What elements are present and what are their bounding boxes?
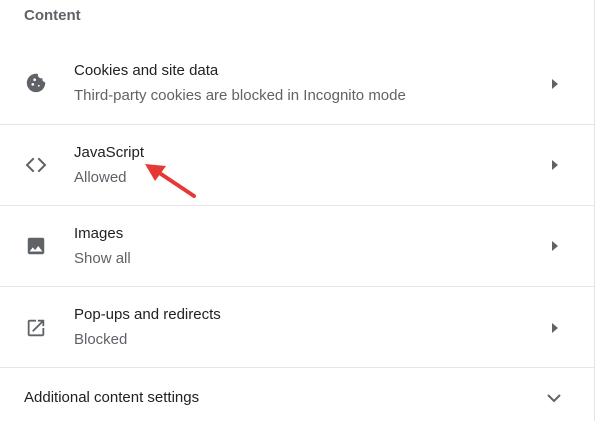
javascript-title: JavaScript bbox=[74, 144, 145, 161]
chevron-down-icon[interactable] bbox=[546, 393, 562, 403]
popups-subtitle: Blocked bbox=[74, 331, 128, 348]
cookies-subtitle: Third-party cookies are blocked in Incog… bbox=[74, 87, 406, 104]
cookie-icon bbox=[24, 71, 48, 95]
content-settings-panel: Content Cookies and site data Third-part… bbox=[0, 0, 595, 421]
javascript-subtitle: Allowed bbox=[74, 169, 127, 186]
section-title: Content bbox=[24, 7, 81, 24]
javascript-row[interactable]: JavaScript Allowed bbox=[0, 124, 594, 205]
arrow-right-icon bbox=[552, 160, 558, 170]
cookies-title: Cookies and site data bbox=[74, 62, 219, 79]
arrow-right-icon bbox=[552, 79, 558, 89]
additional-content-settings-toggle[interactable]: Additional content settings bbox=[0, 367, 594, 421]
arrow-right-icon bbox=[552, 323, 558, 333]
code-brackets-icon bbox=[24, 153, 48, 177]
popups-title: Pop-ups and redirects bbox=[74, 306, 221, 323]
additional-content-settings-label: Additional content settings bbox=[24, 389, 200, 406]
images-row[interactable]: Images Show all bbox=[0, 205, 594, 286]
images-title: Images bbox=[74, 225, 124, 242]
open-in-new-icon bbox=[24, 316, 48, 340]
cookies-and-site-data-row[interactable]: Cookies and site data Third-party cookie… bbox=[0, 43, 594, 124]
arrow-right-icon bbox=[552, 241, 558, 251]
image-icon bbox=[24, 234, 48, 258]
popups-and-redirects-row[interactable]: Pop-ups and redirects Blocked bbox=[0, 286, 594, 367]
images-subtitle: Show all bbox=[74, 250, 131, 267]
